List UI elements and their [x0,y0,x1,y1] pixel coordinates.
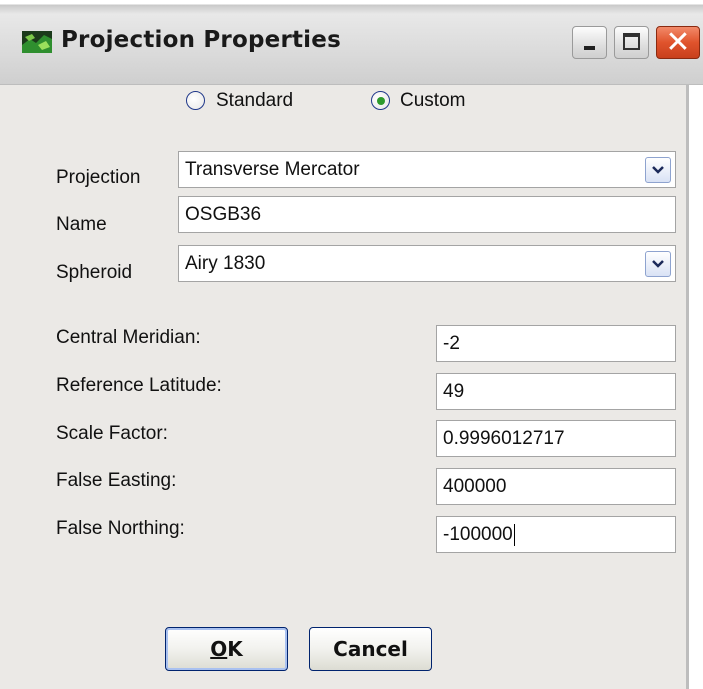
spheroid-select[interactable]: Airy 1830 [178,245,676,282]
chevron-down-icon [652,260,664,268]
minimize-button[interactable] [572,26,607,59]
projection-properties-window: Projection Properties ✕ Standard Custom … [0,0,703,689]
spheroid-dropdown-button[interactable] [645,251,671,277]
ok-mnemonic: O [210,637,228,661]
reference-latitude-input[interactable]: 49 [436,373,676,410]
false-easting-input[interactable]: 400000 [436,468,676,505]
spheroid-label: Spheroid [56,262,133,283]
close-icon: ✕ [665,25,691,60]
name-label: Name [56,214,107,235]
spheroid-value: Airy 1830 [185,253,266,274]
radio-custom[interactable] [371,91,390,110]
radio-custom-label[interactable]: Custom [400,90,465,112]
false-northing-label: False Northing: [56,518,185,539]
false-northing-value: -100000 [443,524,513,546]
reference-latitude-value: 49 [443,381,465,402]
text-cursor [513,524,515,546]
maximize-button[interactable] [614,26,649,59]
radio-standard[interactable] [186,91,205,110]
chevron-down-icon [652,166,664,174]
projection-label: Projection [56,167,141,188]
false-northing-text: -100000 [443,524,515,546]
scale-factor-label: Scale Factor: [56,423,168,444]
close-button[interactable]: ✕ [656,25,700,60]
name-input[interactable]: OSGB36 [178,196,676,233]
minimize-icon [584,46,595,50]
reference-latitude-label: Reference Latitude: [56,375,222,396]
cancel-button[interactable]: Cancel [309,627,432,671]
false-easting-value: 400000 [443,476,507,497]
projection-dropdown-button[interactable] [645,157,671,183]
false-easting-label: False Easting: [56,470,177,491]
scale-factor-input[interactable]: 0.9996012717 [436,420,676,457]
title-bar[interactable]: Projection Properties ✕ [0,0,703,85]
false-northing-input[interactable]: -100000 [436,516,676,553]
projection-value: Transverse Mercator [185,159,360,180]
projection-select[interactable]: Transverse Mercator [178,151,676,188]
map-app-icon [22,31,52,53]
central-meridian-label: Central Meridian: [56,327,201,348]
name-value: OSGB36 [185,204,262,225]
radio-standard-label[interactable]: Standard [216,90,293,112]
central-meridian-value: -2 [443,333,460,354]
window-title: Projection Properties [61,27,341,53]
radio-selected-dot [377,97,385,105]
maximize-icon [623,33,640,50]
scale-factor-value: 0.9996012717 [443,428,565,449]
ok-button[interactable]: OK [165,627,288,671]
central-meridian-input[interactable]: -2 [436,325,676,362]
ok-label-rest: K [227,637,243,661]
dialog-body: Standard Custom Projection Transverse Me… [0,85,689,689]
